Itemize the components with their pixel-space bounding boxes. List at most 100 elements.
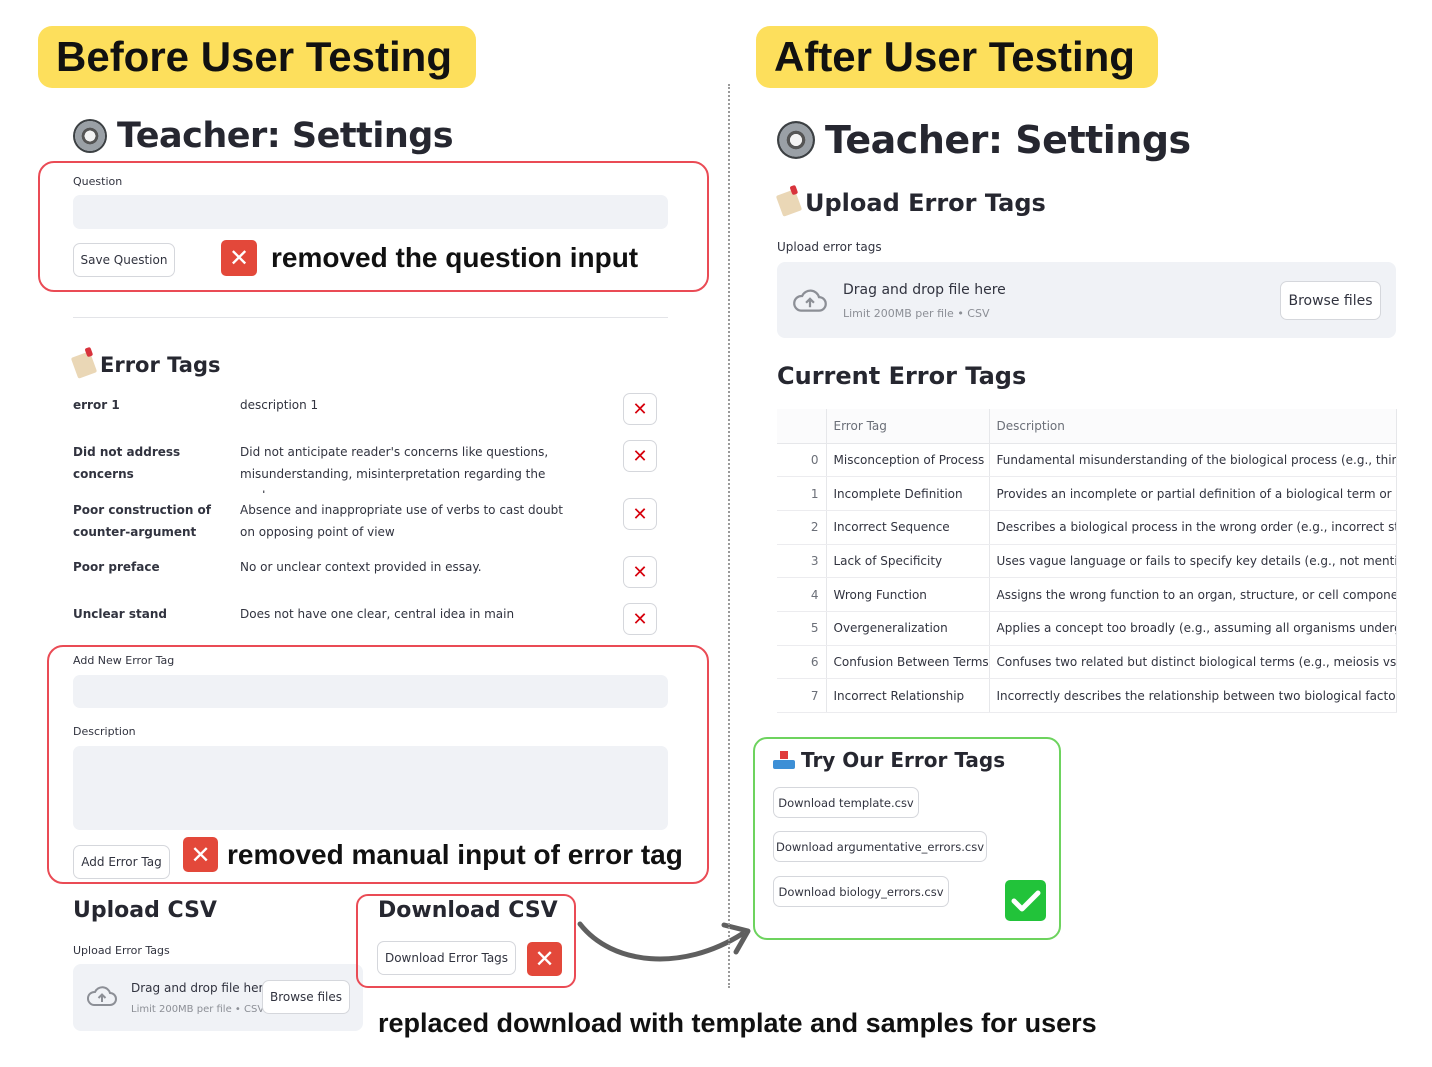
table-row[interactable]: 1 Incomplete Definition Provides an incomp… [777, 476, 1397, 511]
error-tags-heading: Error Tags [70, 351, 221, 379]
add-error-tag-button[interactable]: Add Error Tag [73, 845, 170, 879]
error-tag-name: Did not address concerns [73, 445, 181, 481]
browse-files-button[interactable]: Browse files [1280, 281, 1381, 320]
description-label: Description [73, 725, 136, 738]
row-description: Assigns the wrong function to an organ, … [989, 577, 1397, 612]
download-argumentative-errors-button[interactable]: Download argumentative_errors.csv [773, 831, 987, 862]
try-error-tags-heading-text: Try Our Error Tags [801, 748, 1006, 772]
row-description: Describes a biological process in the wr… [989, 510, 1397, 545]
limit-text: Limit 200MB per file • CSV [131, 1004, 265, 1015]
after-banner-text: After User Testing [774, 33, 1135, 80]
error-tag-name: Poor preface [73, 560, 160, 574]
upload-error-tags-label: Upload Error Tags [73, 944, 170, 957]
row-index: 1 [777, 476, 827, 511]
question-removed-note: removed the question input [271, 242, 639, 273]
row-index: 4 [777, 577, 827, 612]
delete-tag-button[interactable]: ✕ [623, 556, 657, 588]
row-description: Applies a concept too broadly (e.g., ass… [989, 611, 1397, 646]
right-page-title-text: Teacher: Settings [825, 118, 1191, 162]
add-tag-input[interactable] [73, 675, 668, 708]
delete-tag-button[interactable]: ✕ [623, 440, 657, 472]
save-question-button[interactable]: Save Question [73, 243, 175, 277]
cloud-upload-icon [792, 287, 828, 318]
table-header-row: Error Tag Description [777, 409, 1397, 444]
delete-tag-button[interactable]: ✕ [623, 393, 657, 425]
check-icon [1005, 880, 1046, 921]
after-banner: After User Testing [756, 26, 1158, 88]
row-description: Incorrectly describes the relationship b… [989, 678, 1397, 713]
table-row[interactable]: 2 Incorrect Sequence Describes a biologica… [777, 510, 1397, 545]
table-row[interactable]: 7 Incorrect Relationship Incorrectly descr… [777, 678, 1397, 713]
label-tag-icon [775, 189, 803, 217]
row-tag: Overgeneralization [826, 611, 990, 646]
gear-icon [777, 121, 815, 159]
column-divider [728, 84, 730, 988]
gear-icon [73, 119, 107, 153]
table-header-tag[interactable]: Error Tag [826, 409, 990, 444]
left-page-title-text: Teacher: Settings [117, 116, 454, 156]
upload-csv-heading: Upload CSV [73, 898, 217, 923]
row-description: Uses vague language or fails to specify … [989, 544, 1397, 579]
row-tag: Incomplete Definition [826, 476, 990, 511]
download-template-button[interactable]: Download template.csv [773, 787, 919, 818]
error-tag-name: error 1 [73, 398, 120, 412]
row-index: 6 [777, 645, 827, 680]
row-tag: Incorrect Relationship [826, 678, 990, 713]
before-banner: Before User Testing [38, 26, 476, 88]
inbox-tray-icon [773, 751, 795, 769]
arrow-icon [577, 921, 751, 962]
error-tag-desc: Did not anticipate reader's concerns lik… [240, 445, 549, 493]
row-tag: Wrong Function [826, 577, 990, 612]
question-input[interactable] [73, 195, 668, 229]
row-tag: Misconception of Process [826, 443, 990, 478]
row-index: 5 [777, 611, 827, 646]
delete-tag-button[interactable]: ✕ [623, 498, 657, 530]
row-index: 3 [777, 544, 827, 579]
try-error-tags-heading: Try Our Error Tags [773, 748, 1005, 772]
table-row[interactable]: 5 Overgeneralization Applies a concept too… [777, 611, 1397, 646]
upload-error-tags-heading: Upload Error Tags [775, 189, 1046, 217]
error-tag-name: Unclear stand [73, 607, 167, 621]
cloud-upload-icon [86, 984, 118, 1012]
add-tag-removed-note: removed manual input of error tag [227, 839, 683, 870]
table-row[interactable]: 4 Wrong Function Assigns the wrong functio… [777, 577, 1397, 612]
row-description: Provides an incomplete or partial defini… [989, 476, 1397, 511]
question-label: Question [73, 175, 123, 188]
removed-x-icon: ✕ [183, 837, 218, 872]
drag-drop-text: Drag and drop file here [131, 981, 271, 995]
browse-files-button[interactable]: Browse files [262, 980, 350, 1014]
error-tags-table: Error Tag Description 0 Misconception of … [777, 409, 1397, 713]
table-row[interactable]: 3 Lack of Specificity Uses vague language … [777, 544, 1397, 579]
error-tag-desc: Does not have one clear, central idea in… [240, 607, 515, 621]
error-tag-desc: description 1 [240, 398, 319, 412]
row-index: 0 [777, 443, 827, 478]
description-textarea[interactable] [73, 746, 668, 830]
delete-tag-button[interactable]: ✕ [623, 603, 657, 635]
removed-x-icon: ✕ [527, 942, 562, 976]
current-error-tags-heading: Current Error Tags [777, 362, 1027, 390]
error-tags-heading-text: Error Tags [100, 353, 221, 377]
label-tag-icon [70, 351, 98, 379]
table-header-description[interactable]: Description [989, 409, 1397, 444]
add-tag-label: Add New Error Tag [73, 654, 175, 667]
error-tag-name: Poor construction of counter-argument [73, 503, 212, 539]
row-description: Confuses two related but distinct biolog… [989, 645, 1397, 680]
table-header-index[interactable] [777, 409, 827, 444]
row-tag: Lack of Specificity [826, 544, 990, 579]
table-row[interactable]: 6 Confusion Between Terms Confuses two rel… [777, 645, 1397, 680]
section-divider [73, 317, 668, 318]
limit-text: Limit 200MB per file • CSV [843, 307, 990, 320]
removed-x-icon: ✕ [221, 240, 257, 276]
upload-error-tags-label: Upload error tags [777, 240, 882, 254]
download-biology-errors-button[interactable]: Download biology_errors.csv [773, 876, 949, 907]
row-tag: Incorrect Sequence [826, 510, 990, 545]
upload-error-tags-heading-text: Upload Error Tags [805, 189, 1046, 217]
download-csv-heading: Download CSV [378, 898, 558, 923]
download-error-tags-button[interactable]: Download Error Tags [377, 941, 516, 975]
row-tag: Confusion Between Terms [826, 645, 990, 680]
row-index: 2 [777, 510, 827, 545]
right-page-title: Teacher: Settings [777, 118, 1191, 162]
left-page-title: Teacher: Settings [73, 116, 454, 156]
row-index: 7 [777, 678, 827, 713]
table-row[interactable]: 0 Misconception of Process Fundamental mis… [777, 443, 1397, 478]
